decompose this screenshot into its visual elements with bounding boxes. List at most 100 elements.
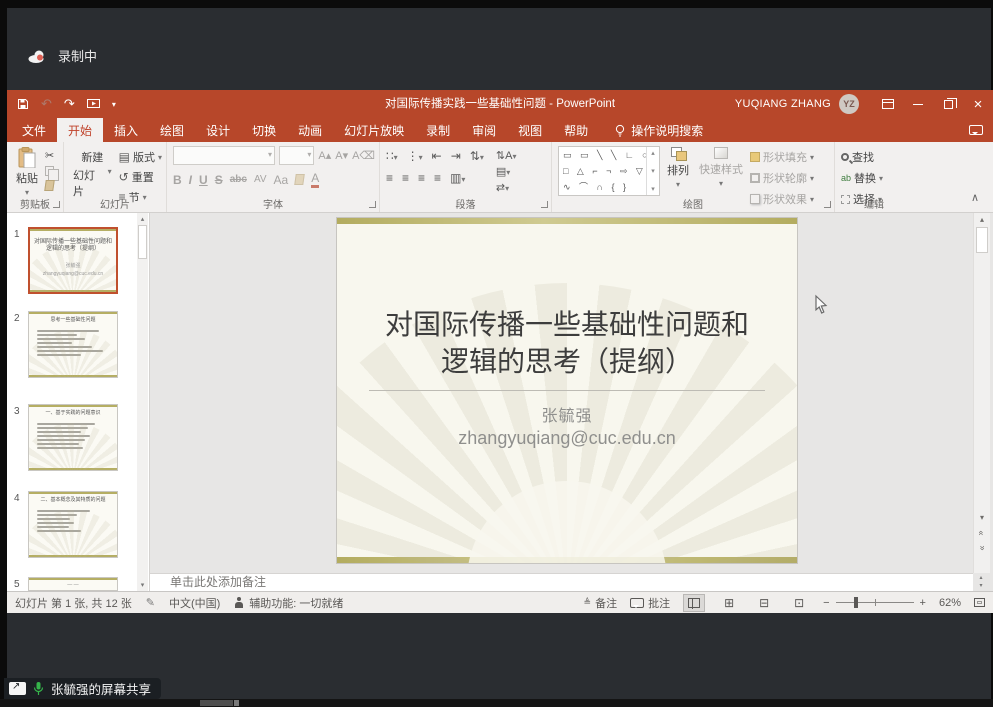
thumbnail-slide-5[interactable]: — —: [28, 577, 118, 591]
align-left-icon[interactable]: ≡: [386, 171, 393, 185]
arrange-button[interactable]: 排列▾: [664, 146, 692, 198]
decrease-indent-icon[interactable]: ⇤: [432, 149, 442, 163]
tab-view[interactable]: 视图: [507, 118, 553, 142]
paste-button[interactable]: 粘贴▾: [13, 146, 41, 198]
redo-icon[interactable]: ↷: [64, 96, 75, 112]
find-button[interactable]: 查找: [841, 149, 883, 165]
underline-icon[interactable]: U: [199, 173, 208, 187]
shape-outline-button[interactable]: 形状轮廓▾: [750, 170, 814, 186]
slide-sorter-view-button[interactable]: ⊞: [718, 594, 740, 612]
clear-formatting-icon[interactable]: A⌫: [352, 149, 375, 162]
scroll-down-icon[interactable]: ▾: [974, 513, 990, 522]
text-highlight-icon[interactable]: [294, 174, 305, 185]
minimize-button[interactable]: [903, 90, 933, 118]
zoom-slider[interactable]: [836, 602, 914, 603]
slide-email[interactable]: zhangyuqiang@cuc.edu.cn: [337, 428, 797, 449]
line-spacing-icon[interactable]: ⇅▾: [470, 149, 484, 163]
tab-help[interactable]: 帮助: [553, 118, 599, 142]
copy-icon[interactable]: [45, 166, 54, 176]
next-slide-icon[interactable]: «: [974, 543, 990, 553]
slide-author[interactable]: 张毓强: [337, 402, 797, 426]
reading-view-button[interactable]: ⊟: [753, 594, 775, 612]
notes-pane[interactable]: 单击此处添加备注: [150, 573, 973, 591]
tab-review[interactable]: 审阅: [461, 118, 507, 142]
zoom-slider-thumb[interactable]: [854, 597, 858, 608]
thumbnail-slide-1[interactable]: 对国际传播一些基础性问题和逻辑的思考（提纲） 张毓强 zhangyuqiang@…: [28, 227, 118, 294]
format-painter-icon[interactable]: [45, 180, 54, 191]
tab-transitions[interactable]: 切换: [241, 118, 287, 142]
align-text-icon[interactable]: ▤▾: [496, 165, 517, 178]
increase-indent-icon[interactable]: ⇥: [451, 149, 461, 163]
slide-counter[interactable]: 幻灯片 第 1 张, 共 12 张: [15, 595, 132, 611]
shape-fill-button[interactable]: 形状填充▾: [750, 149, 814, 165]
zoom-in-icon[interactable]: +: [920, 597, 926, 609]
italic-icon[interactable]: I: [189, 173, 192, 187]
slide-canvas[interactable]: 对国际传播一些基础性问题和 逻辑的思考（提纲） 张毓强 zhangyuqiang…: [150, 213, 973, 573]
subscript-icon[interactable]: abc: [230, 174, 247, 185]
tab-home[interactable]: 开始: [57, 118, 103, 142]
layout-button[interactable]: ▤版式▾: [119, 149, 162, 165]
tab-animations[interactable]: 动画: [287, 118, 333, 142]
replace-button[interactable]: ab替换▾: [841, 170, 883, 186]
paragraph-dialog-launcher[interactable]: [541, 201, 548, 208]
character-spacing-icon[interactable]: AV: [254, 174, 267, 185]
thumb-scroll-up-icon[interactable]: ▴: [137, 215, 148, 223]
numbering-icon[interactable]: ⋮▾: [407, 149, 423, 163]
zoom-out-icon[interactable]: −: [823, 597, 829, 609]
align-center-icon[interactable]: ≡: [402, 171, 409, 185]
scroll-up-icon[interactable]: ▴: [974, 215, 990, 224]
normal-view-button[interactable]: [683, 594, 705, 612]
cut-icon[interactable]: ✂: [45, 149, 54, 162]
fit-to-window-icon[interactable]: [974, 598, 985, 607]
tab-draw[interactable]: 绘图: [149, 118, 195, 142]
bold-icon[interactable]: B: [173, 173, 182, 187]
previous-slide-icon[interactable]: «: [974, 528, 990, 538]
close-button[interactable]: ×: [963, 90, 993, 118]
change-case-icon[interactable]: Aa: [274, 173, 289, 187]
slideshow-view-button[interactable]: ⊡: [788, 594, 810, 612]
convert-smartart-icon[interactable]: ⇄▾: [496, 181, 517, 194]
font-size-select[interactable]: [279, 146, 314, 165]
shapes-gallery-arrows[interactable]: ▴▾▾: [646, 147, 659, 195]
shapes-gallery[interactable]: ▭ ▭ ╲ ╲ ∟ ○ □ △ ⌐ ¬ ⇨ ▽ ∿ ⌒ ∩ { } ▴▾▾: [558, 146, 660, 196]
qat-customize-caret[interactable]: ▾: [112, 100, 116, 109]
accessibility-status[interactable]: 辅助功能: 一切就绪: [234, 595, 343, 611]
tab-file[interactable]: 文件: [11, 118, 57, 142]
columns-icon[interactable]: ▥▾: [450, 171, 465, 185]
clipboard-dialog-launcher[interactable]: [53, 201, 60, 208]
slide-title[interactable]: 对国际传播一些基础性问题和 逻辑的思考（提纲）: [347, 306, 787, 380]
ribbon-display-options-button[interactable]: [873, 90, 903, 118]
thumb-scroll-down-icon[interactable]: ▾: [137, 581, 148, 589]
tab-insert[interactable]: 插入: [103, 118, 149, 142]
undo-icon[interactable]: ↶: [41, 96, 52, 112]
main-scrollbar[interactable]: ▴ ▾ « «: [973, 213, 990, 573]
grow-font-icon[interactable]: A▴: [318, 149, 331, 162]
text-direction-icon[interactable]: ⇅A▾: [496, 149, 517, 162]
restore-button[interactable]: [933, 90, 963, 118]
thumbnail-slide-2[interactable]: 思考一些基础性问题: [28, 311, 118, 378]
tab-design[interactable]: 设计: [195, 118, 241, 142]
notes-scroll-arrows[interactable]: ▴▾: [974, 574, 988, 590]
start-slideshow-icon[interactable]: [87, 99, 100, 109]
notes-toggle[interactable]: ≜备注: [584, 595, 618, 611]
bullets-icon[interactable]: ∷▾: [386, 149, 398, 163]
save-icon[interactable]: [17, 98, 29, 110]
justify-icon[interactable]: ≡: [434, 171, 441, 185]
font-name-select[interactable]: [173, 146, 275, 165]
reset-button[interactable]: ↺重置: [119, 169, 162, 185]
comments-toggle[interactable]: 批注: [630, 595, 670, 611]
tab-record[interactable]: 录制: [415, 118, 461, 142]
thumbnail-scrollbar[interactable]: ▴ ▾: [137, 213, 148, 591]
avatar[interactable]: YZ: [839, 94, 859, 114]
quick-styles-button[interactable]: 快速样式▾: [696, 146, 746, 198]
pen-icon[interactable]: ✎: [146, 596, 155, 609]
shrink-font-icon[interactable]: A▾: [335, 149, 348, 162]
align-right-icon[interactable]: ≡: [418, 171, 425, 185]
scroll-thumb[interactable]: [976, 227, 988, 253]
zoom-level[interactable]: 62%: [939, 597, 961, 609]
tell-me-search[interactable]: 操作说明搜索: [615, 118, 703, 142]
tab-slideshow[interactable]: 幻灯片放映: [333, 118, 415, 142]
slide-editor[interactable]: 对国际传播一些基础性问题和 逻辑的思考（提纲） 张毓强 zhangyuqiang…: [337, 218, 797, 563]
font-dialog-launcher[interactable]: [369, 201, 376, 208]
thumbnail-slide-4[interactable]: 二、基本概念及其特质的问题: [28, 491, 118, 558]
